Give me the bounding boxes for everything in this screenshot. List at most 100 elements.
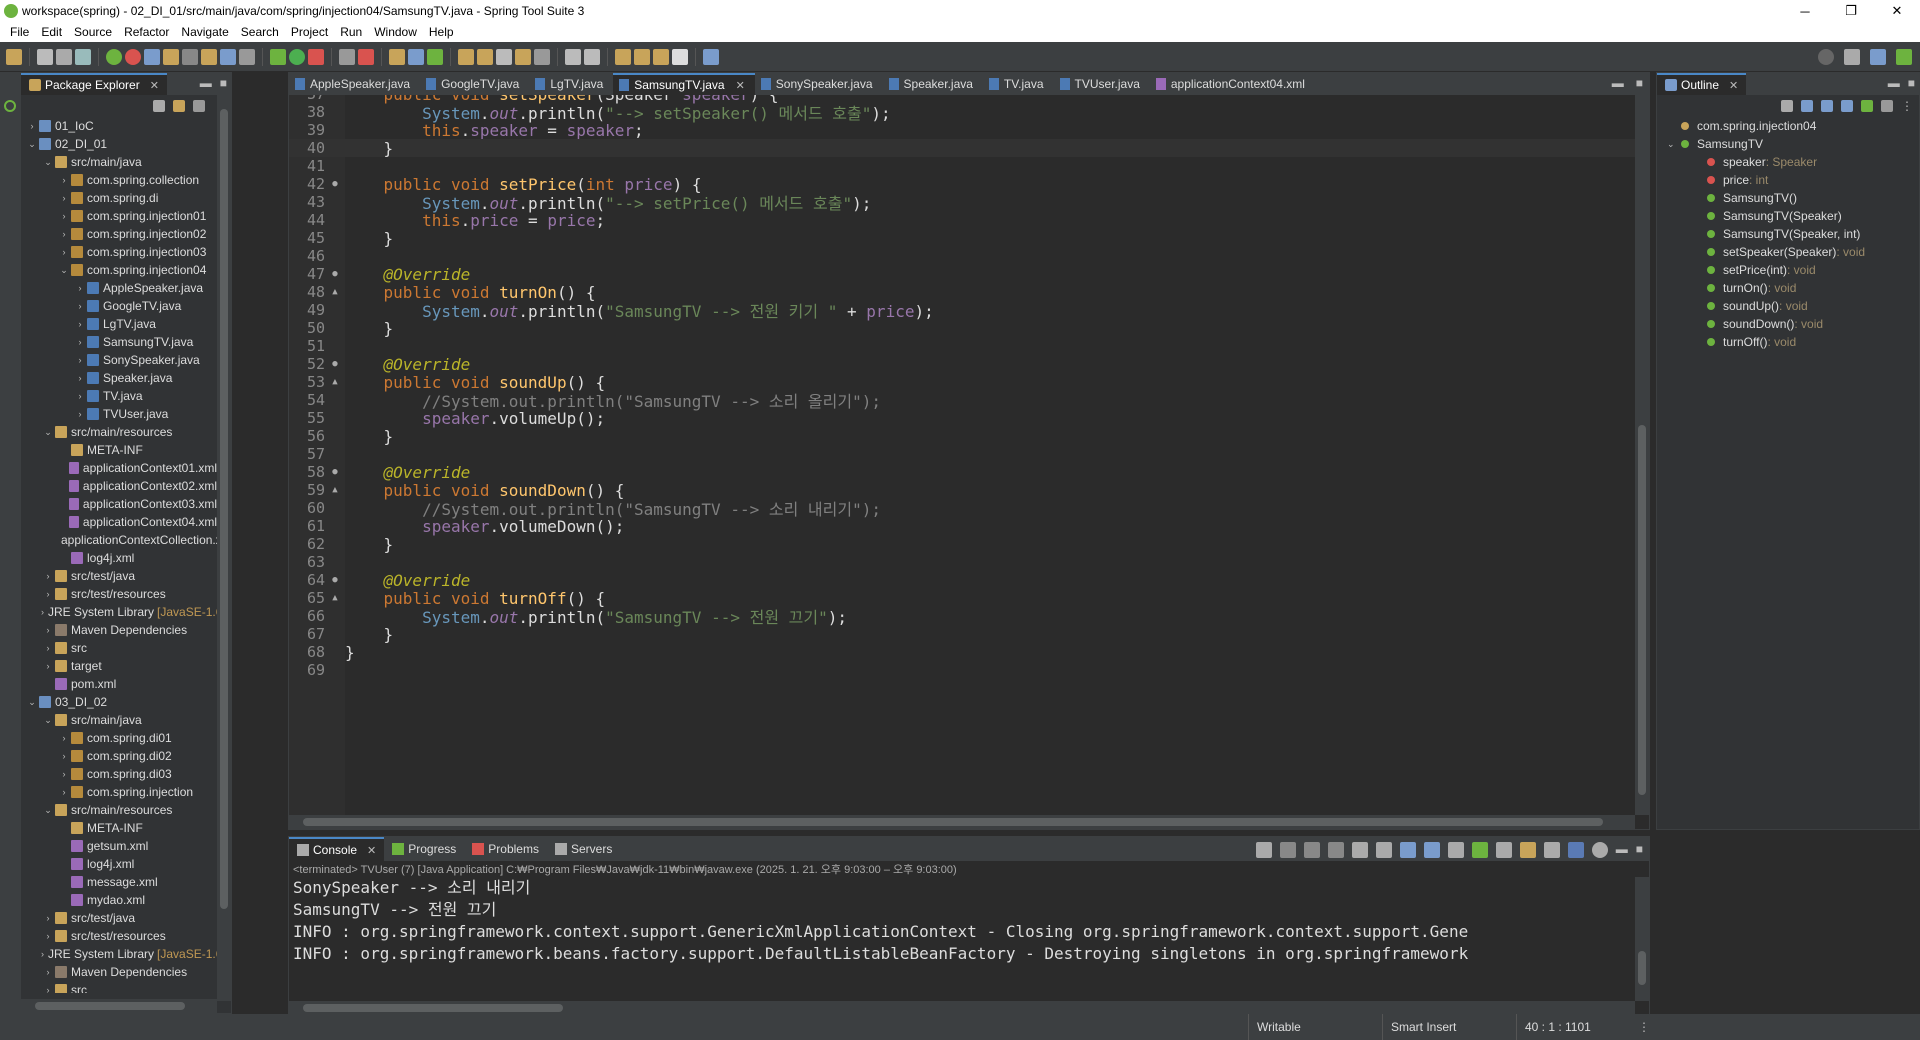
close-icon[interactable]: ✕: [736, 79, 745, 92]
chevron-right-icon[interactable]: ›: [73, 283, 87, 293]
scrollbar-thumb[interactable]: [1638, 425, 1646, 795]
hide-static-icon[interactable]: [1841, 100, 1853, 112]
open-folder-icon[interactable]: [458, 48, 474, 65]
outline-item[interactable]: soundUp() : void: [1657, 297, 1917, 315]
code-line[interactable]: 68}: [289, 643, 1635, 662]
chevron-right-icon[interactable]: ›: [41, 985, 55, 993]
show-console-on-stderr-icon[interactable]: [1447, 842, 1464, 858]
chevron-right-icon[interactable]: ›: [73, 319, 87, 329]
new-java-project-icon[interactable]: [389, 48, 405, 65]
editor-tab[interactable]: SonySpeaker.java: [755, 73, 883, 95]
chevron-right-icon[interactable]: ›: [41, 949, 44, 959]
tree-item[interactable]: › Speaker.java: [21, 369, 217, 387]
ansi-icon[interactable]: [1567, 842, 1584, 858]
minimize-view-icon[interactable]: ▬: [1888, 76, 1900, 90]
back-icon[interactable]: [653, 48, 669, 65]
next-annotation-icon[interactable]: [565, 48, 581, 65]
chevron-right-icon[interactable]: ›: [73, 391, 87, 401]
tree-item[interactable]: › Maven Dependencies: [21, 621, 217, 639]
tree-item[interactable]: applicationContextCollection.xml: [21, 531, 217, 549]
status-menu-icon[interactable]: ⋮: [1630, 1014, 1654, 1040]
menu-search[interactable]: Search: [235, 25, 285, 39]
chevron-right-icon[interactable]: ›: [73, 355, 87, 365]
chevron-down-icon[interactable]: ⌄: [57, 265, 71, 276]
tree-item[interactable]: › GoogleTV.java: [21, 297, 217, 315]
scroll-lock-icon[interactable]: [1375, 842, 1392, 858]
code-line[interactable]: 50 }: [289, 319, 1635, 338]
maximize-view-icon[interactable]: ■: [1636, 842, 1643, 858]
tree-item[interactable]: ⌄ com.spring.injection04: [21, 261, 217, 279]
sort-icon[interactable]: [1801, 100, 1813, 112]
last-edit-icon[interactable]: [615, 48, 631, 65]
tree-item[interactable]: › 01_IoC: [21, 117, 217, 135]
new-class-icon[interactable]: [427, 48, 443, 65]
chevron-right-icon[interactable]: ›: [41, 625, 55, 635]
chevron-down-icon[interactable]: ⌄: [25, 139, 39, 150]
breakpoint-marker-icon[interactable]: ●: [325, 575, 345, 585]
tree-item[interactable]: › JRE System Library[JavaSE-1.6]: [21, 945, 217, 963]
close-icon[interactable]: ✕: [367, 844, 376, 857]
outline-item[interactable]: price : int: [1657, 171, 1917, 189]
code-line[interactable]: 61 speaker.volumeDown();: [289, 517, 1635, 536]
tree-item[interactable]: META-INF: [21, 819, 217, 837]
hide-local-types-icon[interactable]: [1881, 100, 1893, 112]
scrollbar-thumb[interactable]: [303, 818, 1603, 826]
chevron-right-icon[interactable]: ›: [57, 769, 71, 779]
editor-tab[interactable]: applicationContext04.xml: [1150, 73, 1315, 95]
outline-item[interactable]: ⌄ SamsungTV: [1657, 135, 1917, 153]
console-settings-icon[interactable]: [1543, 842, 1560, 858]
tab-problems[interactable]: Problems: [464, 837, 547, 861]
task-icon[interactable]: [201, 48, 217, 65]
code-line[interactable]: 69: [289, 661, 1635, 679]
editor-tab[interactable]: Speaker.java: [883, 73, 983, 95]
terminate-icon[interactable]: [339, 48, 355, 65]
chevron-right-icon[interactable]: ›: [25, 121, 39, 131]
outline-item[interactable]: SamsungTV(): [1657, 189, 1917, 207]
outline-item[interactable]: turnOn() : void: [1657, 279, 1917, 297]
tree-item[interactable]: › Maven Dependencies: [21, 963, 217, 981]
tree-item[interactable]: › LgTV.java: [21, 315, 217, 333]
menu-source[interactable]: Source: [68, 25, 118, 39]
pin-console-icon[interactable]: [1471, 842, 1488, 858]
close-icon[interactable]: ✕: [150, 79, 159, 92]
code-line[interactable]: 45 }: [289, 229, 1635, 248]
display-selected-console-icon[interactable]: [1495, 842, 1512, 858]
close-icon[interactable]: ✕: [1729, 79, 1738, 92]
tree-item[interactable]: › com.spring.di02: [21, 747, 217, 765]
code-line[interactable]: 51: [289, 337, 1635, 355]
code-line[interactable]: 38 System.out.println("--> setSpeaker() …: [289, 103, 1635, 123]
code-line[interactable]: 63: [289, 553, 1635, 571]
tree-item[interactable]: › com.spring.di01: [21, 729, 217, 747]
save-icon[interactable]: [37, 48, 53, 65]
tree-item[interactable]: › com.spring.collection: [21, 171, 217, 189]
tree-item[interactable]: pom.xml: [21, 675, 217, 693]
minimize-view-icon[interactable]: ▬: [200, 76, 212, 90]
tree-item[interactable]: log4j.xml: [21, 855, 217, 873]
code-line[interactable]: 66 System.out.println("SamsungTV --> 전원 …: [289, 607, 1635, 627]
open-resource-icon[interactable]: [477, 48, 493, 65]
chevron-right-icon[interactable]: ›: [41, 661, 55, 671]
package-explorer-vertical-scrollbar[interactable]: [217, 95, 231, 1001]
chevron-down-icon[interactable]: ⌄: [25, 697, 39, 708]
editor-tab[interactable]: LgTV.java: [529, 73, 613, 95]
java-perspective-icon[interactable]: [1870, 49, 1886, 65]
chevron-down-icon[interactable]: ⌄: [41, 805, 55, 816]
chevron-right-icon[interactable]: ›: [57, 751, 71, 761]
tree-item[interactable]: › src/test/java: [21, 909, 217, 927]
chevron-right-icon[interactable]: ›: [41, 967, 55, 977]
code-line[interactable]: 55 speaker.volumeUp();: [289, 409, 1635, 428]
link-icon[interactable]: [182, 48, 198, 65]
code-line[interactable]: 47 ● @Override: [289, 265, 1635, 284]
chevron-right-icon[interactable]: ›: [57, 247, 71, 257]
chevron-right-icon[interactable]: ›: [41, 607, 44, 617]
chevron-down-icon[interactable]: ⌄: [41, 157, 55, 168]
gear-icon[interactable]: [1591, 842, 1608, 858]
hide-nonpublic-icon[interactable]: [1861, 100, 1873, 112]
code-line[interactable]: 43 System.out.println("--> setPrice() 메서…: [289, 193, 1635, 213]
outline-item[interactable]: SamsungTV(Speaker, int): [1657, 225, 1917, 243]
tree-item[interactable]: › target: [21, 657, 217, 675]
code-line[interactable]: 44 this.price = price;: [289, 211, 1635, 230]
chevron-down-icon[interactable]: ⌄: [1667, 139, 1681, 150]
tree-item[interactable]: ⌄ src/main/java: [21, 711, 217, 729]
tree-item[interactable]: › AppleSpeaker.java: [21, 279, 217, 297]
